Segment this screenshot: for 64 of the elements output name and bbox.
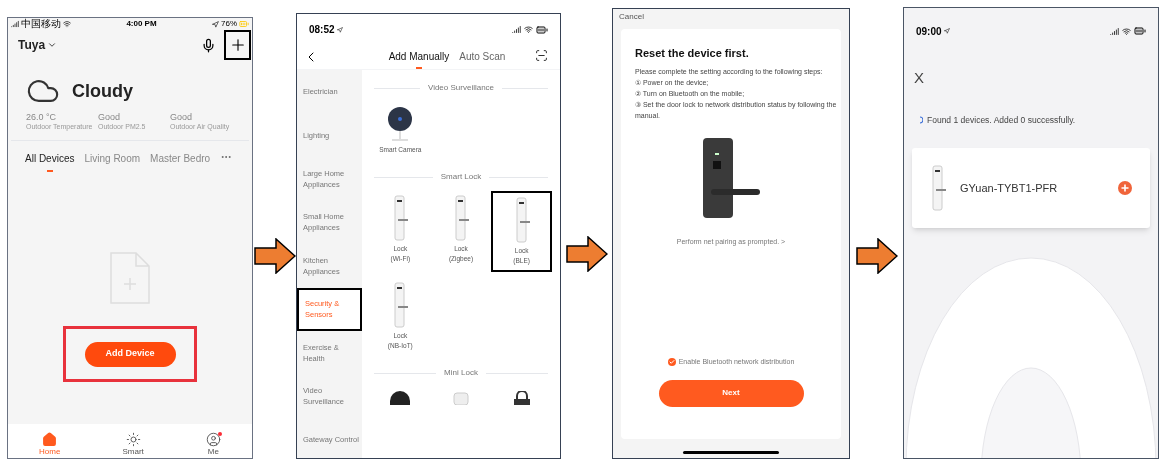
- battery-icon: [1134, 25, 1146, 37]
- right-arrow-icon: [253, 238, 296, 274]
- wifi-icon: [63, 20, 71, 28]
- door-lock-drawing: [392, 282, 409, 328]
- mode-tab[interactable]: Auto Scan: [459, 49, 506, 69]
- status-time: 08:52: [309, 23, 335, 37]
- signal-icon: [11, 20, 19, 28]
- location-icon: [336, 26, 343, 33]
- user-icon: [205, 432, 221, 447]
- scan-status: Found 1 devices. Added 0 successfully.: [927, 113, 1076, 127]
- door-lock-drawing: [392, 195, 409, 241]
- device-name: GYuan-TYBT1-PFR: [960, 181, 1058, 196]
- nav-tab[interactable]: Home: [39, 432, 61, 457]
- camera-drawing: [386, 106, 415, 142]
- door-lock-drawing: [453, 195, 469, 241]
- door-lock-drawing: [513, 197, 530, 243]
- battery-level: 76%: [221, 20, 237, 28]
- home-selector[interactable]: Tuya: [18, 36, 58, 54]
- spinner-icon: [919, 115, 923, 124]
- weather-title: Cloudy: [72, 79, 133, 103]
- room-tab[interactable]: All Devices: [25, 151, 75, 172]
- nav-tab[interactable]: Smart: [122, 432, 144, 457]
- room-tab[interactable]: Living Room: [84, 151, 141, 172]
- caret-icon: [47, 40, 58, 50]
- device-card[interactable]: GYuan-TYBT1-PFR: [912, 148, 1150, 229]
- battery-icon: [239, 19, 249, 29]
- carrier-name: 中国移动: [21, 19, 61, 29]
- status-time: 09:00: [916, 24, 942, 39]
- weather-value: Good: [170, 112, 194, 124]
- signal-icon: [1110, 26, 1119, 36]
- weather-value: 26.0 °C: [26, 112, 58, 124]
- right-arrow-icon: [855, 238, 898, 274]
- weather-value: Good: [98, 112, 122, 124]
- scan-icon[interactable]: [535, 49, 548, 62]
- close-button[interactable]: X: [914, 67, 924, 90]
- add-button[interactable]: [224, 30, 251, 60]
- mode-tab[interactable]: Add Manually: [388, 49, 450, 69]
- add-device-button[interactable]: Add Device: [84, 341, 176, 367]
- sun-icon: [125, 432, 141, 447]
- battery-icon: [536, 23, 548, 36]
- section-title: Smart Lock: [440, 171, 482, 183]
- padlock-drawing: [512, 391, 531, 405]
- keypad-lock-drawing: [389, 391, 412, 405]
- signal-icon: [512, 25, 521, 34]
- checkbox[interactable]: [667, 358, 676, 367]
- wifi-icon: [1122, 26, 1131, 36]
- dialog-title: Reset the device first.: [635, 46, 750, 61]
- room-tab[interactable]: Master Bedro: [150, 151, 211, 172]
- next-button[interactable]: Next: [658, 379, 804, 407]
- cancel-link[interactable]: Cancel: [619, 11, 644, 23]
- wifi-icon: [524, 25, 533, 34]
- home-icon: [42, 432, 58, 447]
- nav-tab[interactable]: Me: [205, 432, 221, 457]
- location-icon: [943, 28, 950, 34]
- location-icon: [212, 20, 219, 28]
- status-time: 4:00 PM: [126, 20, 157, 28]
- right-arrow-icon: [565, 236, 608, 272]
- door-lock-drawing: [930, 165, 946, 212]
- add-circle-icon[interactable]: [1118, 181, 1132, 196]
- section-title: Video Surveillance: [427, 82, 495, 94]
- microphone-icon[interactable]: [201, 37, 216, 53]
- empty-document-icon: [110, 252, 150, 304]
- mini-lock-drawing: [453, 391, 469, 405]
- section-title: Mini Lock: [444, 367, 478, 379]
